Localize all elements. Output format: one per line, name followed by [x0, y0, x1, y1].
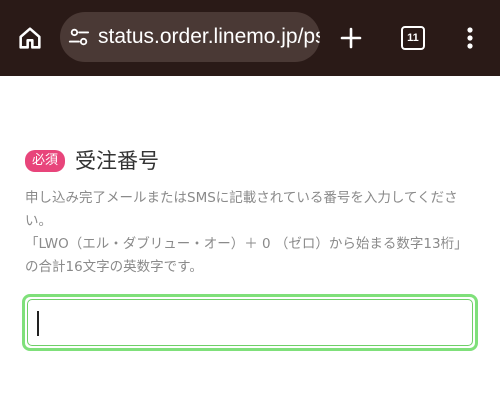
url-text[interactable]: status.order.linemo.jp/ps — [98, 25, 320, 49]
tab-switcher-button[interactable]: 11 — [392, 18, 434, 58]
text-caret — [37, 311, 39, 336]
tab-count: 11 — [407, 32, 419, 44]
plus-icon — [340, 27, 362, 49]
required-badge: 必須 — [25, 150, 66, 172]
home-icon — [19, 27, 41, 49]
home-button[interactable] — [10, 18, 50, 58]
order-number-field-focus-ring — [22, 294, 478, 351]
menu-button[interactable] — [452, 18, 488, 58]
order-number-label: 受注番号 — [75, 149, 160, 173]
field-label-row: 必須 受注番号 — [25, 148, 159, 174]
help-text-line-1: 申し込み完了メールまたはSMSに記載されている番号を入力してください。 — [25, 190, 458, 229]
help-text-line-2: 「LWO（エル・ダブリュー・オー）＋ 0 （ゼロ）から始まる数字13桁」の合計1… — [25, 236, 468, 275]
help-text: 申し込み完了メールまたはSMSに記載されている番号を入力してください。 「LWO… — [25, 187, 480, 279]
new-tab-button[interactable] — [330, 18, 372, 58]
more-vert-icon — [467, 27, 473, 49]
address-bar[interactable]: status.order.linemo.jp/ps — [60, 12, 320, 62]
tune-icon[interactable] — [68, 26, 90, 48]
browser-toolbar: status.order.linemo.jp/ps 11 — [0, 0, 500, 76]
tab-switcher-icon: 11 — [401, 26, 425, 50]
order-number-input[interactable] — [27, 299, 473, 346]
page-content: 必須 受注番号 申し込み完了メールまたはSMSに記載されている番号を入力してくだ… — [0, 76, 500, 419]
